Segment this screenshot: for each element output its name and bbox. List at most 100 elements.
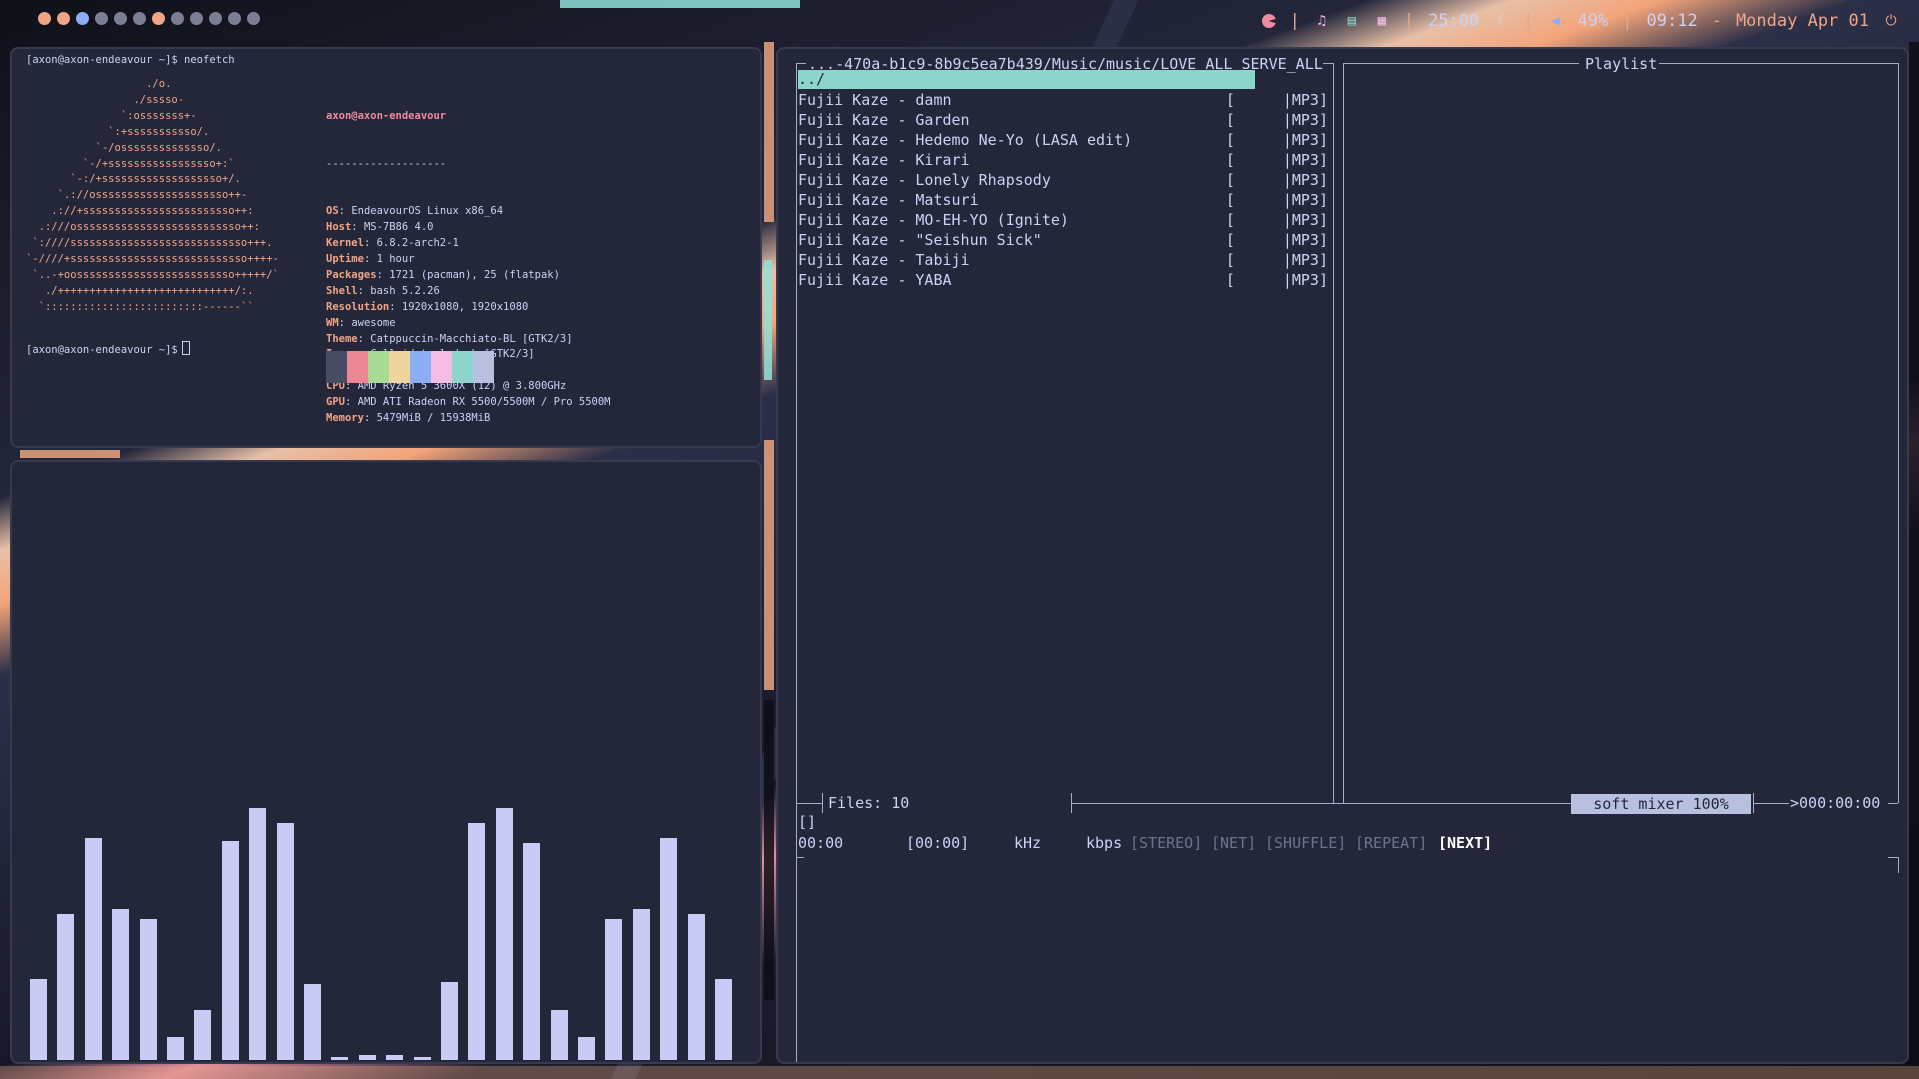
color-swatch [452, 351, 473, 383]
visualizer-bar [660, 838, 677, 1060]
info-row: Memory: 5479MiB / 15938MiB [326, 412, 491, 425]
info-key: Host [326, 221, 352, 234]
track-row[interactable]: Fujii Kaze - Garden [|MP3] [798, 110, 1328, 130]
border [796, 857, 797, 873]
notes-icon[interactable]: ▤ [1344, 13, 1360, 29]
info-row: Resolution: 1920x1080, 1920x1080 [326, 300, 529, 313]
track-format: |MP3] [1282, 251, 1328, 269]
color-swatch [326, 351, 347, 383]
workspace-3[interactable] [76, 12, 89, 25]
shuffle-flag[interactable]: [SHUFFLE] [1265, 834, 1346, 852]
visualizer-bar [249, 808, 266, 1060]
info-value: AMD ATI Radeon RX 5500/5500M / Pro 5500M [357, 396, 611, 409]
mixer-volume[interactable]: soft mixer 100% [1571, 794, 1751, 814]
date-dash: - [1711, 11, 1722, 31]
workspace-5[interactable] [114, 12, 127, 25]
info-key: GPU [326, 396, 345, 409]
workspace-12[interactable] [247, 12, 260, 25]
info-value: 1 hour [376, 252, 415, 265]
color-swatch [347, 351, 368, 383]
moon-icon[interactable]: ☾ [1493, 13, 1509, 29]
power-icon[interactable]: ⏻ [1883, 13, 1899, 29]
track-row[interactable]: Fujii Kaze - "Seishun Sick" [|MP3] [798, 230, 1328, 250]
net-flag[interactable]: [NET] [1211, 834, 1256, 852]
repeat-flag[interactable]: [REPEAT] [1355, 834, 1427, 852]
endeavouros-logo: ./o. ./sssso- `:osssssss+- `:+ssssssssss… [26, 78, 279, 313]
track-name: Fujii Kaze - YABA [798, 271, 952, 289]
track-name: Fujii Kaze - MO-EH-YO (Ignite) [798, 211, 1069, 229]
status-area: | ♫ ▤ ▦ | 25:00 ☾ | ◀ 49% | 09:12 - Mond… [1261, 0, 1899, 42]
track-row[interactable]: Fujii Kaze - Tabiji [|MP3] [798, 250, 1328, 270]
workspace-9[interactable] [190, 12, 203, 25]
track-format: |MP3] [1282, 271, 1328, 289]
workspace-1[interactable] [38, 12, 51, 25]
next-flag[interactable]: [NEXT] [1438, 834, 1492, 852]
calendar-icon[interactable]: ▦ [1374, 13, 1390, 29]
visualizer-bar [359, 1055, 376, 1060]
volume-icon[interactable]: ◀ [1548, 13, 1564, 29]
track-format: |MP3] [1282, 151, 1328, 169]
border [1898, 857, 1899, 873]
info-key: Theme [326, 332, 358, 345]
border [796, 803, 822, 804]
user-host: axon@axon-endeavour [326, 109, 447, 122]
track-bracket: [ [1225, 271, 1235, 289]
info-key: WM [326, 316, 339, 329]
stereo-flag[interactable]: [STEREO] [1130, 834, 1202, 852]
border [1898, 63, 1899, 803]
track-bracket: [ [1225, 191, 1235, 209]
info-row: WM: awesome [326, 316, 396, 329]
border [796, 857, 804, 858]
color-swatch [473, 351, 494, 383]
visualizer-bar [304, 984, 321, 1060]
workspace-8[interactable] [171, 12, 184, 25]
parent-directory[interactable]: ../ [798, 70, 1255, 89]
separator: | [1622, 11, 1633, 31]
track-row[interactable]: Fujii Kaze - Kirari [|MP3] [798, 150, 1328, 170]
track-row[interactable]: Fujii Kaze - YABA [ |MP3] [798, 270, 1328, 290]
track-name: Fujii Kaze - Hedemo Ne-Yo (LASA edit) [798, 131, 1133, 149]
date[interactable]: Monday Apr 01 [1736, 11, 1869, 31]
sample-rate: kHz [1014, 834, 1042, 852]
border [1888, 857, 1898, 858]
color-swatch [368, 351, 389, 383]
track-bracket: [ [1225, 251, 1235, 269]
workspace-6[interactable] [133, 12, 146, 25]
pomodoro-timer[interactable]: 25:00 [1428, 11, 1479, 31]
workspace-4[interactable] [95, 12, 108, 25]
info-rule: ------------------- [326, 157, 447, 170]
music-icon[interactable]: ♫ [1314, 13, 1330, 29]
workspace-7[interactable] [152, 12, 165, 25]
info-value: EndeavourOS Linux x86_64 [351, 205, 504, 218]
track-row[interactable]: Fujii Kaze - Matsuri [|MP3] [798, 190, 1328, 210]
track-name: Fujii Kaze - Matsuri [798, 191, 979, 209]
prompt-text: [axon@axon-endeavour ~]$ [26, 344, 178, 356]
track-row[interactable]: Fujii Kaze - Hedemo Ne-Yo (LASA edit) [ |M… [798, 130, 1328, 150]
track-row[interactable]: Fujii Kaze - Lonely Rhapsody [|MP3] [798, 170, 1328, 190]
track-name: Fujii Kaze - damn [798, 91, 952, 109]
track-row[interactable]: Fujii Kaze - MO-EH-YO (Ignite) [|MP3] [798, 210, 1328, 230]
clock[interactable]: 09:12 [1647, 11, 1698, 31]
info-key: Resolution [326, 300, 390, 313]
visualizer-bar [633, 909, 650, 1060]
parent-label: ../ [798, 70, 826, 88]
border [1071, 803, 1571, 804]
neofetch-terminal[interactable]: [axon@axon-endeavour ~]$ neofetch ./o. .… [10, 47, 762, 448]
track-format: |MP3] [1282, 131, 1328, 149]
track-row[interactable]: Fujii Kaze - damn [|MP3] [798, 90, 1328, 110]
track-bracket: [ [1225, 131, 1235, 149]
cmus-player[interactable]: ...-470a-b1c9-8b9c5ea7b439/Music/music/L… [776, 47, 1909, 1064]
border [1323, 63, 1333, 64]
shell-prompt[interactable]: [axon@axon-endeavour ~]$ [26, 341, 190, 359]
workspace-switcher [38, 12, 260, 25]
track-format: |MP3] [1282, 171, 1328, 189]
volume-level[interactable]: 49% [1578, 11, 1609, 31]
audio-visualizer [10, 460, 762, 1064]
workspace-11[interactable] [228, 12, 241, 25]
visualizer-bar [605, 919, 622, 1060]
workspace-10[interactable] [209, 12, 222, 25]
track-format: |MP3] [1282, 91, 1328, 109]
pacman-icon[interactable] [1261, 14, 1276, 28]
border [1333, 63, 1334, 803]
workspace-2[interactable] [57, 12, 70, 25]
